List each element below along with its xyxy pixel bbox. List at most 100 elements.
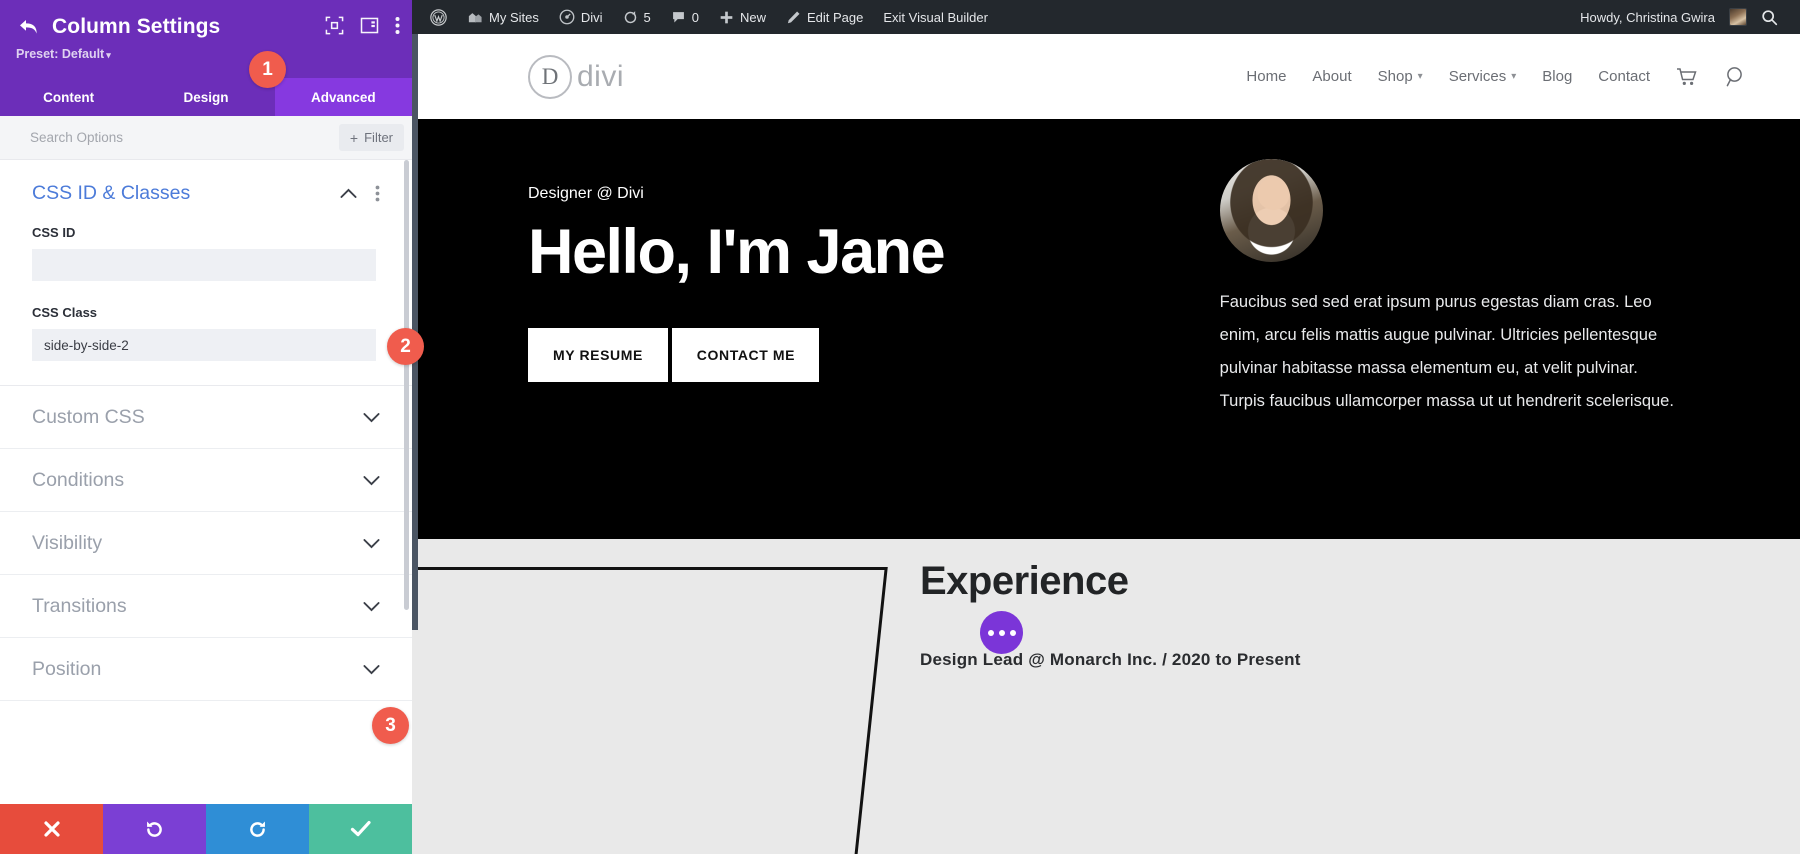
css-class-input[interactable] xyxy=(32,329,376,361)
tab-content[interactable]: Content xyxy=(0,78,137,116)
site-search-button[interactable] xyxy=(1724,65,1748,89)
cart-button[interactable] xyxy=(1676,67,1698,87)
visual-builder-preview: My Sites Divi 5 0 New Edit Page Exit Vis… xyxy=(412,0,1800,854)
section-css-id-and-classes: CSS ID & Classes CSS ID CSS Class side-b… xyxy=(0,160,412,361)
avatar xyxy=(1729,8,1747,26)
wp-new[interactable]: New xyxy=(709,0,776,34)
section-visibility[interactable]: Visibility xyxy=(0,512,412,575)
more-options-icon[interactable] xyxy=(395,16,400,35)
filter-button-label: Filter xyxy=(364,130,393,145)
section-title: Visibility xyxy=(32,531,103,554)
site-header: D divi Home About Shop ▾ Services ▾ Blog… xyxy=(412,34,1800,119)
search-icon xyxy=(1726,66,1742,86)
wp-exit-visual-builder[interactable]: Exit Visual Builder xyxy=(873,0,998,34)
field-css-class: CSS Class xyxy=(32,305,380,361)
field-label: CSS Class xyxy=(32,305,98,320)
section-title: Custom CSS xyxy=(32,405,145,428)
redo-button[interactable] xyxy=(206,804,309,854)
checkmark-icon xyxy=(350,821,371,837)
section-custom-css[interactable]: Custom CSS xyxy=(0,386,412,449)
hero-right-column: Faucibus sed sed erat ipsum purus egesta… xyxy=(1132,119,1748,539)
hero-left-column: Designer @ Divi Hello, I'm Jane MY RESUM… xyxy=(464,119,1132,539)
settings-footer xyxy=(0,804,412,854)
wp-edit-page-label: Edit Page xyxy=(807,9,864,25)
wp-divi-menu[interactable]: Divi xyxy=(549,0,613,34)
logo-wordmark: divi xyxy=(577,59,625,93)
nav-item-shop[interactable]: Shop ▾ xyxy=(1378,68,1423,85)
layout-panel-icon[interactable] xyxy=(360,16,379,35)
preset-label: Preset: Default xyxy=(16,47,105,61)
nav-item-home[interactable]: Home xyxy=(1246,68,1286,85)
wp-search-button[interactable] xyxy=(1751,0,1788,34)
redo-icon xyxy=(250,820,265,837)
experience-entry: Design Lead @ Monarch Inc. / 2020 to Pre… xyxy=(920,650,1301,669)
experience-content: Experience Design Lead @ Monarch Inc. / … xyxy=(920,559,1301,670)
preset-selector[interactable]: Preset: Default ▾ xyxy=(16,47,396,61)
plus-icon xyxy=(720,11,733,23)
hero-heading: Hello, I'm Jane xyxy=(528,217,946,287)
section-title: Position xyxy=(32,657,102,680)
contact-me-button[interactable]: CONTACT ME xyxy=(672,327,820,382)
nav-item-label: Contact xyxy=(1598,68,1650,85)
back-arrow-icon[interactable] xyxy=(16,14,42,40)
save-button[interactable] xyxy=(309,804,412,854)
cancel-button[interactable] xyxy=(0,804,103,854)
wp-my-sites[interactable]: My Sites xyxy=(457,0,549,34)
settings-panel-header: Column Settings Preset: Default ▾ xyxy=(0,0,412,78)
callout-badge-2: 2 xyxy=(387,328,424,365)
hero-section: Designer @ Divi Hello, I'm Jane MY RESUM… xyxy=(412,119,1800,539)
nav-item-blog[interactable]: Blog xyxy=(1542,68,1572,85)
filter-button[interactable]: + Filter xyxy=(338,124,404,151)
wordpress-admin-bar: My Sites Divi 5 0 New Edit Page Exit Vis… xyxy=(412,0,1800,34)
wp-logo-menu[interactable] xyxy=(424,0,457,34)
my-resume-button[interactable]: MY RESUME xyxy=(528,327,668,382)
nav-item-services[interactable]: Services ▾ xyxy=(1449,68,1517,85)
nav-item-label: About xyxy=(1312,68,1352,85)
wp-edit-page[interactable]: Edit Page xyxy=(776,0,873,34)
section-position[interactable]: Position xyxy=(0,638,412,701)
focus-target-icon[interactable] xyxy=(325,16,344,35)
tab-advanced[interactable]: Advanced xyxy=(274,78,412,116)
pencil-icon xyxy=(787,11,800,23)
plus-icon: + xyxy=(349,129,359,146)
tab-design[interactable]: Design xyxy=(137,78,274,116)
experience-section: Experience Design Lead @ Monarch Inc. / … xyxy=(412,539,1800,854)
logo-mark: D xyxy=(528,54,572,99)
css-id-input[interactable] xyxy=(32,249,376,281)
nav-item-label: Blog xyxy=(1542,68,1573,85)
nav-item-label: Shop xyxy=(1377,68,1413,85)
section-header[interactable]: CSS ID & Classes xyxy=(32,182,380,205)
wp-exit-visual-builder-label: Exit Visual Builder xyxy=(883,9,988,25)
decorative-outline-shape xyxy=(412,567,888,854)
wp-comments[interactable]: 0 xyxy=(661,0,709,34)
panel-scrollbar[interactable] xyxy=(404,160,409,610)
settings-header-icons xyxy=(325,16,400,35)
settings-title-row: Column Settings xyxy=(16,14,400,40)
hero-kicker: Designer @ Divi xyxy=(528,185,644,202)
search-input[interactable] xyxy=(30,130,339,145)
screen-root: My Sites Divi 5 0 New Edit Page Exit Vis… xyxy=(0,0,1800,854)
nav-item-about[interactable]: About xyxy=(1312,68,1351,85)
nav-item-label: Services xyxy=(1448,68,1507,85)
wp-updates[interactable]: 5 xyxy=(613,0,661,34)
chevron-down-icon xyxy=(363,412,380,422)
ellipsis-options-icon[interactable] xyxy=(980,611,1023,654)
section-conditions[interactable]: Conditions xyxy=(0,449,412,512)
reset-button[interactable] xyxy=(103,804,206,854)
field-css-id: CSS ID xyxy=(32,225,380,281)
divi-gauge-icon xyxy=(559,9,575,25)
wp-new-label: New xyxy=(739,9,766,25)
section-transitions[interactable]: Transitions xyxy=(0,575,412,638)
site-logo[interactable]: D divi xyxy=(528,54,625,99)
chevron-down-icon xyxy=(363,538,380,548)
undo-icon xyxy=(147,820,162,837)
section-title: Transitions xyxy=(32,594,127,617)
nav-item-contact[interactable]: Contact xyxy=(1598,68,1650,85)
wp-howdy-menu[interactable]: Howdy, Christina Gwira xyxy=(1574,0,1751,34)
callout-badge-1: 1 xyxy=(249,51,286,88)
dot xyxy=(1009,629,1016,636)
chevron-up-icon[interactable] xyxy=(340,188,357,199)
chevron-down-icon: ▾ xyxy=(1511,71,1517,82)
jane-portrait-avatar xyxy=(1219,159,1323,262)
more-options-icon[interactable] xyxy=(375,185,380,202)
